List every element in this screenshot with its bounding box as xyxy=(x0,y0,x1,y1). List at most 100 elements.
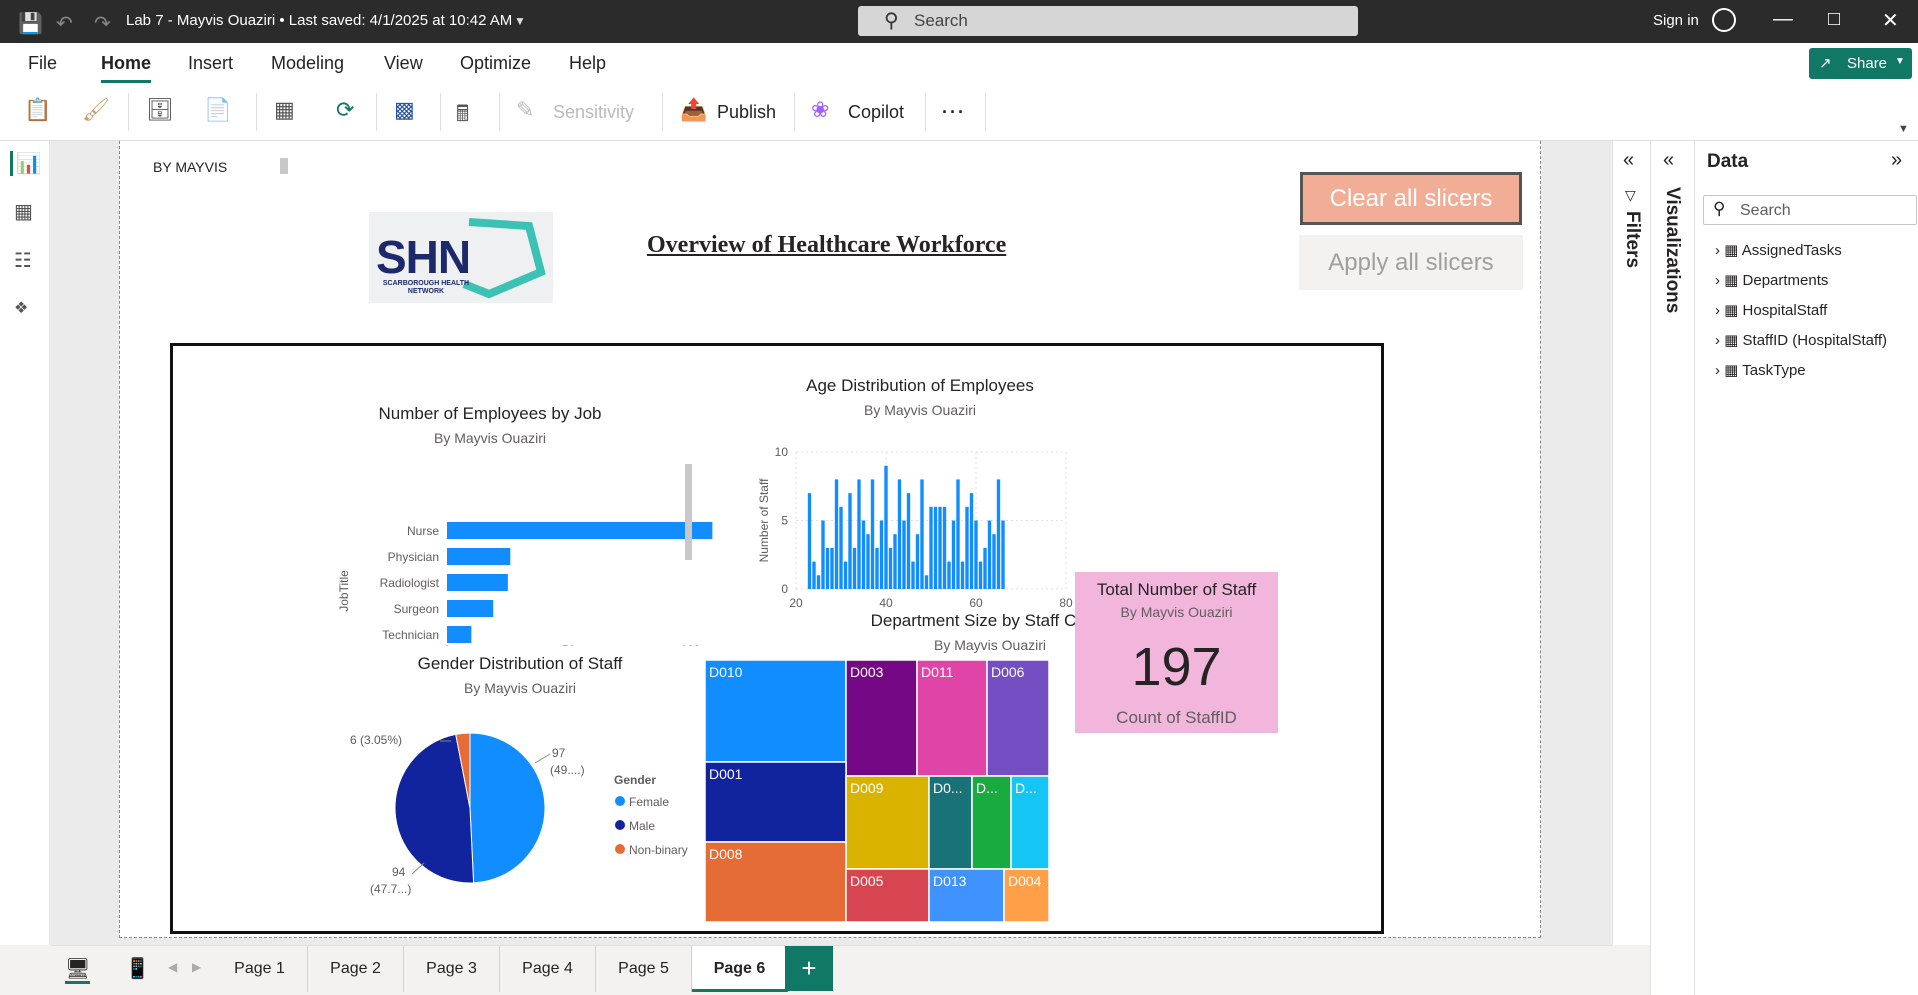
ribbon-tabs: File Home Insert Modeling View Optimize … xyxy=(0,43,1918,83)
apply-slicers-button[interactable]: Apply all slicers xyxy=(1299,235,1523,290)
undo-icon[interactable]: ↶ xyxy=(56,11,73,36)
toolbar-separator xyxy=(925,93,926,131)
redo-icon[interactable]: ↷ xyxy=(94,11,111,36)
tab-view[interactable]: View xyxy=(384,53,423,74)
scroll-right-icon[interactable]: ▶ xyxy=(192,960,201,974)
data-label: (49....) xyxy=(550,763,585,777)
histogram-bar xyxy=(848,493,852,589)
maximize-icon[interactable]: □ xyxy=(1828,8,1840,31)
legend-item: Female xyxy=(629,795,669,809)
calculator-icon[interactable]: 🖩 xyxy=(456,97,469,135)
job-bar-chart[interactable]: Nurse Physician Radiologist Surgeon Technici… xyxy=(220,456,720,646)
data-label: 97 xyxy=(552,746,566,760)
data-search-input[interactable]: ⚲ Search xyxy=(1703,195,1917,225)
collapse-data-icon[interactable]: » xyxy=(1891,149,1902,172)
chevron-down-icon[interactable]: ▼ xyxy=(514,14,526,28)
page-tab[interactable]: Page 3 xyxy=(404,946,500,992)
chart-scrollbar[interactable] xyxy=(685,464,692,560)
expand-filters-icon[interactable]: « xyxy=(1623,149,1634,172)
account-icon[interactable] xyxy=(1712,8,1736,32)
share-button[interactable]: ↗ Share ▼ xyxy=(1809,48,1912,79)
data-label: (47.7...) xyxy=(370,882,411,896)
tick-label: 0 xyxy=(444,643,451,646)
table-item-tasktype[interactable]: › ▦ TaskType xyxy=(1715,361,1806,379)
minimize-icon[interactable]: — xyxy=(1773,8,1793,31)
histogram-bar xyxy=(825,547,830,589)
toolbar-separator xyxy=(128,93,129,131)
shn-logo: SHN SCARBOROUGH HEALTH NETWORK xyxy=(369,212,553,303)
age-chart-title: Age Distribution of Employees xyxy=(806,376,1034,395)
chevron-right-icon: › xyxy=(1715,242,1720,259)
page-tab[interactable]: Page 2 xyxy=(308,946,404,992)
histogram-bar xyxy=(852,547,857,589)
transform-data-icon[interactable]: ▦ xyxy=(274,97,295,123)
paste-icon[interactable]: 📋 xyxy=(24,97,51,123)
dept-treemap[interactable]: D010 D003 D011 D006 D001 D009 D0... D... D... D00… xyxy=(705,660,1050,922)
recent-sources-icon[interactable]: 📄 xyxy=(204,97,231,123)
tab-help[interactable]: Help xyxy=(569,53,606,74)
tab-modeling[interactable]: Modeling xyxy=(271,53,344,74)
global-search-input[interactable]: ⚲ Search xyxy=(858,6,1358,36)
textbox-handle xyxy=(280,158,288,174)
histogram-bar xyxy=(992,534,996,589)
table-item-departments[interactable]: › ▦ Departments xyxy=(1715,271,1828,289)
histogram-bar xyxy=(821,520,825,589)
y-tick-label: 10 xyxy=(775,445,789,459)
legend-item: Non-binary xyxy=(629,843,688,857)
page-tab[interactable]: Page 4 xyxy=(500,946,596,992)
table-item-hospitalstaff[interactable]: › ▦ HospitalStaff xyxy=(1715,301,1827,319)
publish-icon[interactable]: 📤 xyxy=(680,97,707,123)
dax-query-icon[interactable]: ❖ xyxy=(14,298,28,318)
histogram-bar xyxy=(920,479,924,589)
sign-in-link[interactable]: Sign in xyxy=(1653,12,1699,29)
data-pane: Data » ⚲ Search › ▦ AssignedTasks › ▦ De… xyxy=(1694,141,1918,995)
histogram-bar xyxy=(911,561,915,589)
tab-optimize[interactable]: Optimize xyxy=(460,53,531,74)
add-page-button[interactable]: + xyxy=(785,946,833,991)
histogram-bar xyxy=(996,479,1001,589)
clear-slicers-button[interactable]: Clear all slicers xyxy=(1300,172,1522,225)
model-view-icon[interactable]: ☷ xyxy=(14,248,32,273)
page-tab-active[interactable]: Page 6 xyxy=(692,946,788,992)
report-view-icon[interactable]: 📊 xyxy=(10,151,41,176)
refresh-icon[interactable]: ⟳ xyxy=(336,97,354,123)
collapse-ribbon-icon[interactable]: ▼ xyxy=(1898,123,1909,135)
table-item-assignedtasks[interactable]: › ▦ AssignedTasks xyxy=(1715,241,1842,259)
table-view-icon[interactable]: ▦ xyxy=(14,199,33,224)
copilot-button[interactable]: Copilot xyxy=(848,102,904,123)
more-options-button[interactable]: ··· xyxy=(942,102,966,123)
legend-title: Gender xyxy=(614,773,656,787)
scroll-left-icon[interactable]: ◀ xyxy=(168,960,177,974)
kpi-card[interactable]: Total Number of Staff By Mayvis Ouaziri … xyxy=(1075,572,1278,733)
job-chart-subtitle: By Mayvis Ouaziri xyxy=(433,430,547,446)
x-tick-label: 80 xyxy=(1059,596,1073,610)
kpi-value: 197 xyxy=(1131,637,1222,697)
histogram-bar xyxy=(884,465,888,589)
table-item-staffid[interactable]: › ▦ StaffID (HospitalStaff) xyxy=(1715,331,1887,349)
copilot-icon[interactable]: ❀ xyxy=(811,97,829,123)
publish-button[interactable]: Publish xyxy=(717,102,776,123)
desktop-layout-icon[interactable]: 🖥 xyxy=(65,956,91,984)
visualizations-label[interactable]: Visualizations xyxy=(1661,187,1683,313)
category-label: Nurse xyxy=(407,524,439,538)
new-visual-icon[interactable]: ▩ xyxy=(394,97,415,123)
data-label: 94 xyxy=(392,865,406,879)
tab-home[interactable]: Home xyxy=(101,53,152,83)
page-tab[interactable]: Page 5 xyxy=(596,946,692,992)
page-tab[interactable]: Page 1 xyxy=(212,946,308,992)
tab-insert[interactable]: Insert xyxy=(188,53,233,74)
expand-visualizations-icon[interactable]: « xyxy=(1663,149,1674,172)
mobile-layout-icon[interactable]: 📱 xyxy=(125,956,150,981)
gender-pie-chart[interactable]: 97 (49....) 94 (47.7...) 6 (3.05%) Gender Fema… xyxy=(350,706,720,931)
format-painter-icon[interactable]: 🖌 xyxy=(82,97,110,123)
tab-file[interactable]: File xyxy=(28,53,57,74)
filters-label[interactable]: Filters xyxy=(1621,211,1643,268)
chevron-down-icon: ▼ xyxy=(1895,56,1905,67)
window-title[interactable]: Lab 7 - Mayvis Ouaziri • Last saved: 4/1… xyxy=(126,12,512,29)
get-data-icon[interactable]: 🗄 xyxy=(146,97,174,123)
table-icon: ▦ xyxy=(1724,362,1739,379)
histogram-bar xyxy=(965,506,969,589)
save-icon[interactable]: 💾 xyxy=(18,11,43,36)
close-icon[interactable]: ✕ xyxy=(1882,8,1899,33)
sensitivity-button: Sensitivity xyxy=(553,102,635,122)
